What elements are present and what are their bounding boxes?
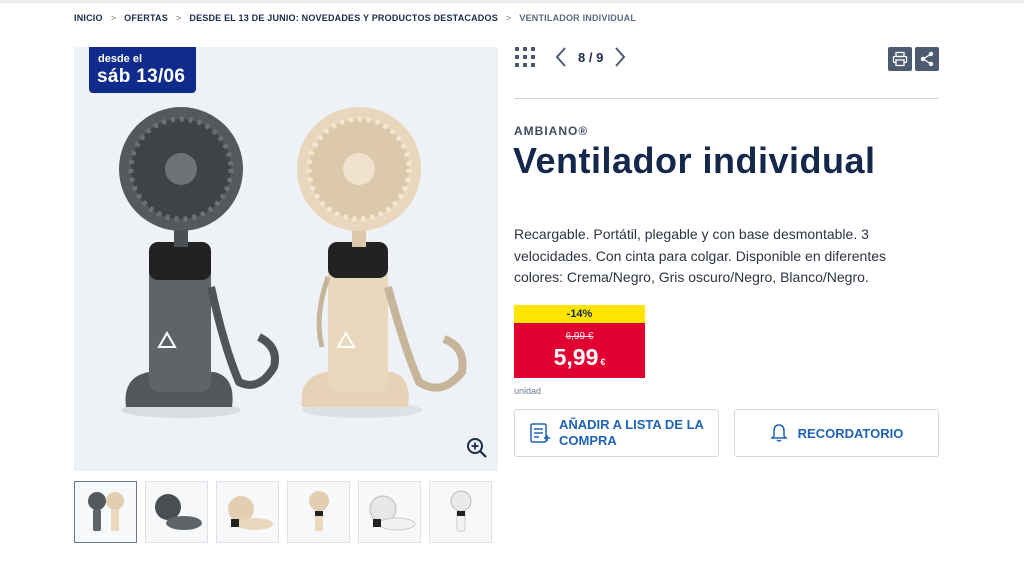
reminder-button[interactable]: RECORDATORIO bbox=[734, 409, 939, 457]
breadcrumb-separator: > bbox=[175, 13, 182, 23]
current-price-value: 5,99 bbox=[553, 344, 599, 370]
action-icons bbox=[888, 47, 939, 71]
thumbnail-3[interactable] bbox=[216, 481, 279, 543]
top-border bbox=[0, 0, 1024, 3]
breadcrumb-separator: > bbox=[110, 13, 117, 23]
add-to-shopping-list-button[interactable]: AÑADIR A LISTA DE LA COMPRA bbox=[514, 409, 719, 457]
breadcrumb-novedades[interactable]: DESDE EL 13 DE JUNIO: NOVEDADES Y PRODUC… bbox=[189, 13, 498, 23]
share-button[interactable] bbox=[915, 47, 939, 71]
thumbnail-image bbox=[450, 490, 471, 532]
shopping-list-icon bbox=[530, 423, 550, 443]
share-icon bbox=[920, 51, 934, 67]
badge-line-1: desde el bbox=[98, 53, 143, 65]
thumbnail-5[interactable] bbox=[358, 481, 421, 543]
thumbnail-strip bbox=[74, 481, 492, 543]
thumbnail-image bbox=[227, 496, 273, 530]
print-button[interactable] bbox=[888, 47, 912, 71]
gray-fan-image bbox=[119, 107, 279, 418]
product-description: Recargable. Portátil, plegable y con bas… bbox=[514, 226, 887, 285]
gallery-navigation: 8 / 9 bbox=[514, 46, 627, 68]
price-unit: unidad bbox=[514, 386, 542, 396]
thumbnail-1[interactable] bbox=[74, 481, 137, 543]
gallery-counter: 8 / 9 bbox=[578, 49, 604, 65]
zoom-in-icon[interactable] bbox=[466, 437, 488, 459]
thumbnail-image bbox=[369, 495, 415, 531]
grid-icon[interactable] bbox=[514, 46, 536, 68]
bell-icon bbox=[769, 424, 788, 442]
current-price: 5,99 € bbox=[514, 344, 645, 371]
breadcrumb-ofertas[interactable]: OFERTAS bbox=[124, 13, 168, 23]
thumbnail-6[interactable] bbox=[429, 481, 492, 543]
add-to-list-label: AÑADIR A LISTA DE LA COMPRA bbox=[559, 417, 704, 448]
print-icon bbox=[892, 51, 908, 67]
reminder-label: RECORDATORIO bbox=[797, 425, 904, 441]
breadcrumb-separator: > bbox=[505, 13, 512, 23]
date-badge: desde el sáb 13/06 bbox=[89, 47, 196, 93]
product-image[interactable]: desde el sáb 13/06 bbox=[74, 47, 498, 471]
thumbnail-image bbox=[87, 492, 124, 531]
thumbnail-image bbox=[154, 494, 202, 530]
fans-illustration bbox=[119, 107, 467, 418]
thumbnail-4[interactable] bbox=[287, 481, 350, 543]
breadcrumb-inicio[interactable]: INICIO bbox=[74, 13, 103, 23]
old-price: 6,99 € bbox=[565, 331, 594, 342]
chevron-right-icon[interactable] bbox=[613, 46, 627, 68]
thumbnail-2[interactable] bbox=[145, 481, 208, 543]
currency-symbol: € bbox=[600, 357, 606, 367]
badge-line-2: sáb 13/06 bbox=[97, 66, 186, 87]
product-brand: AMBIANO® bbox=[514, 124, 589, 138]
thumbnail-image bbox=[308, 491, 329, 531]
discount-badge: -14% bbox=[514, 305, 645, 323]
divider bbox=[514, 98, 939, 99]
breadcrumb-current: VENTILADOR INDIVIDUAL bbox=[519, 13, 637, 23]
chevron-left-icon[interactable] bbox=[554, 46, 568, 68]
breadcrumb: INICIO > OFERTAS > DESDE EL 13 DE JUNIO:… bbox=[74, 13, 636, 23]
price-panel: 6,99 € 5,99 € bbox=[514, 323, 645, 378]
product-title: Ventilador individual bbox=[513, 140, 876, 181]
cream-fan-image bbox=[297, 107, 467, 418]
price-box: -14% 6,99 € 5,99 € bbox=[514, 305, 645, 378]
